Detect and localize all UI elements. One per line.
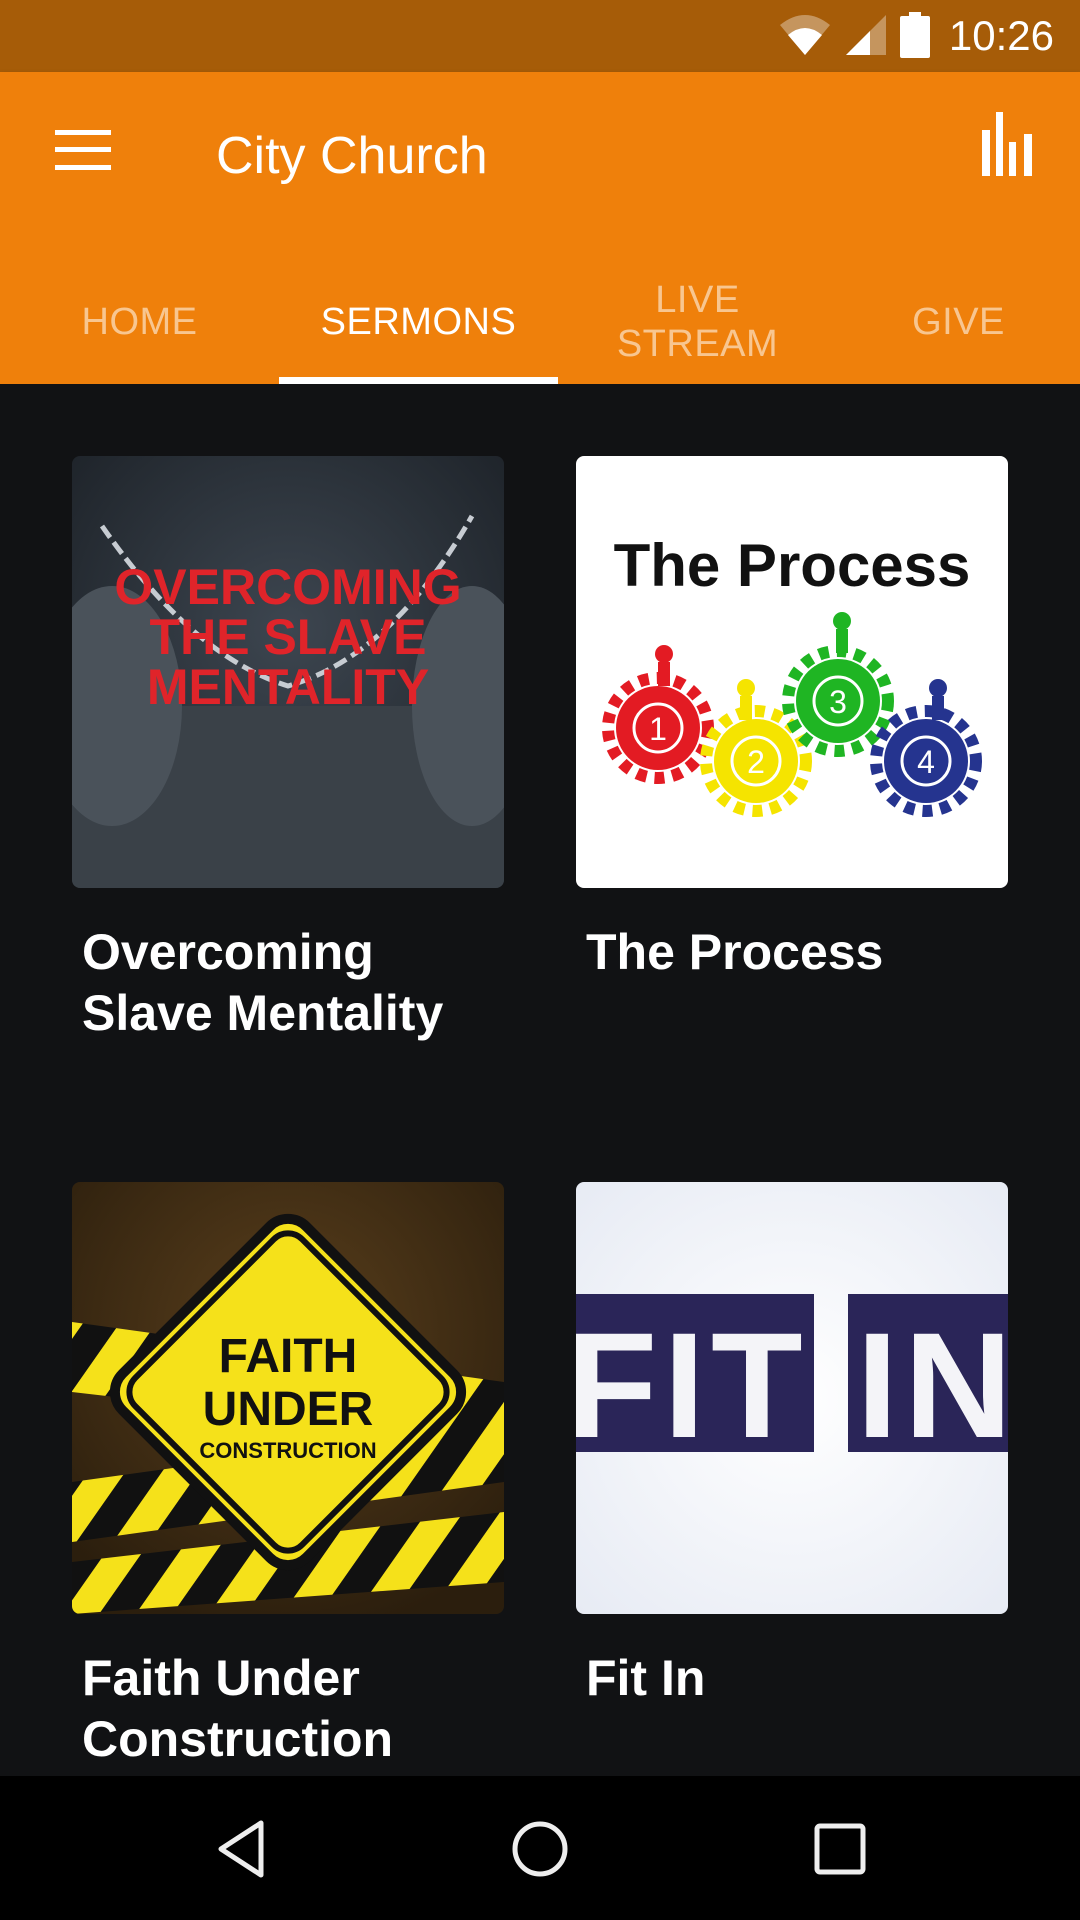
art-number: 3 [829, 684, 847, 720]
stats-button[interactable] [980, 112, 1050, 192]
sermon-artwork: FIT IN [576, 1182, 1008, 1614]
back-button[interactable] [196, 1806, 286, 1896]
art-line: FIT IN [576, 1301, 1008, 1469]
art-number: 1 [649, 711, 667, 747]
art-line: CONSTRUCTION [199, 1438, 376, 1463]
menu-button[interactable] [40, 122, 126, 182]
sermon-title: Faith Under Construction [82, 1650, 394, 1767]
home-icon [510, 1819, 570, 1884]
status-icons [778, 11, 930, 63]
art-line: UNDER [203, 1383, 374, 1436]
sermon-grid: OVERCOMING THE SLAVE MENTALITY Overcomin… [0, 384, 1080, 1776]
tab-live-stream[interactable]: LIVE STREAM [558, 242, 837, 384]
wifi-icon [778, 13, 832, 62]
sermon-card[interactable]: FIT IN Fit In [576, 1182, 1008, 1709]
sermon-artwork: OVERCOMING THE SLAVE MENTALITY [72, 456, 504, 888]
recents-button[interactable] [795, 1806, 885, 1896]
system-nav-bar [0, 1776, 1080, 1920]
hamburger-menu-icon [55, 129, 111, 175]
art-number: 2 [747, 744, 765, 780]
art-line: FAITH [219, 1330, 358, 1383]
tab-give[interactable]: GIVE [837, 242, 1080, 384]
status-bar: 10:26 [0, 0, 1080, 72]
art-line: The Process [614, 532, 971, 599]
tab-bar: HOME SERMONS LIVE STREAM GIVE [0, 242, 1080, 384]
sermon-artwork: The Process 1 2 3 4 [576, 456, 1008, 888]
battery-icon [900, 11, 930, 63]
sermon-card[interactable]: OVERCOMING THE SLAVE MENTALITY Overcomin… [72, 456, 504, 1044]
sermon-title: The Process [586, 924, 884, 980]
art-line: THE SLAVE [150, 609, 427, 665]
recents-icon [813, 1822, 867, 1881]
tab-sermons[interactable]: SERMONS [279, 242, 558, 384]
sermon-card[interactable]: The Process 1 2 3 4 The Process [576, 456, 1008, 983]
tab-label: GIVE [912, 301, 1005, 343]
tab-label: LIVE STREAM [616, 279, 779, 365]
app-bar: City Church HOME SERMONS LIVE STREAM GIV… [0, 72, 1080, 384]
sermon-title: Fit In [586, 1650, 706, 1706]
art-line: MENTALITY [147, 659, 429, 715]
tab-label: HOME [81, 301, 198, 343]
cell-signal-icon [844, 13, 888, 62]
sermon-artwork: FAITH UNDER CONSTRUCTION [72, 1182, 504, 1614]
sermon-card[interactable]: FAITH UNDER CONSTRUCTION Faith Under Con… [72, 1182, 504, 1770]
tab-label: SERMONS [320, 301, 517, 343]
art-number: 4 [917, 744, 935, 780]
tab-home[interactable]: HOME [0, 242, 279, 384]
art-line: OVERCOMING [114, 559, 461, 615]
sermon-title: Overcoming Slave Mentality [82, 924, 444, 1041]
back-icon [215, 1819, 267, 1884]
home-button[interactable] [495, 1806, 585, 1896]
bar-chart-icon [980, 112, 1036, 180]
status-time: 10:26 [948, 12, 1054, 59]
app-title: City Church [216, 127, 488, 185]
